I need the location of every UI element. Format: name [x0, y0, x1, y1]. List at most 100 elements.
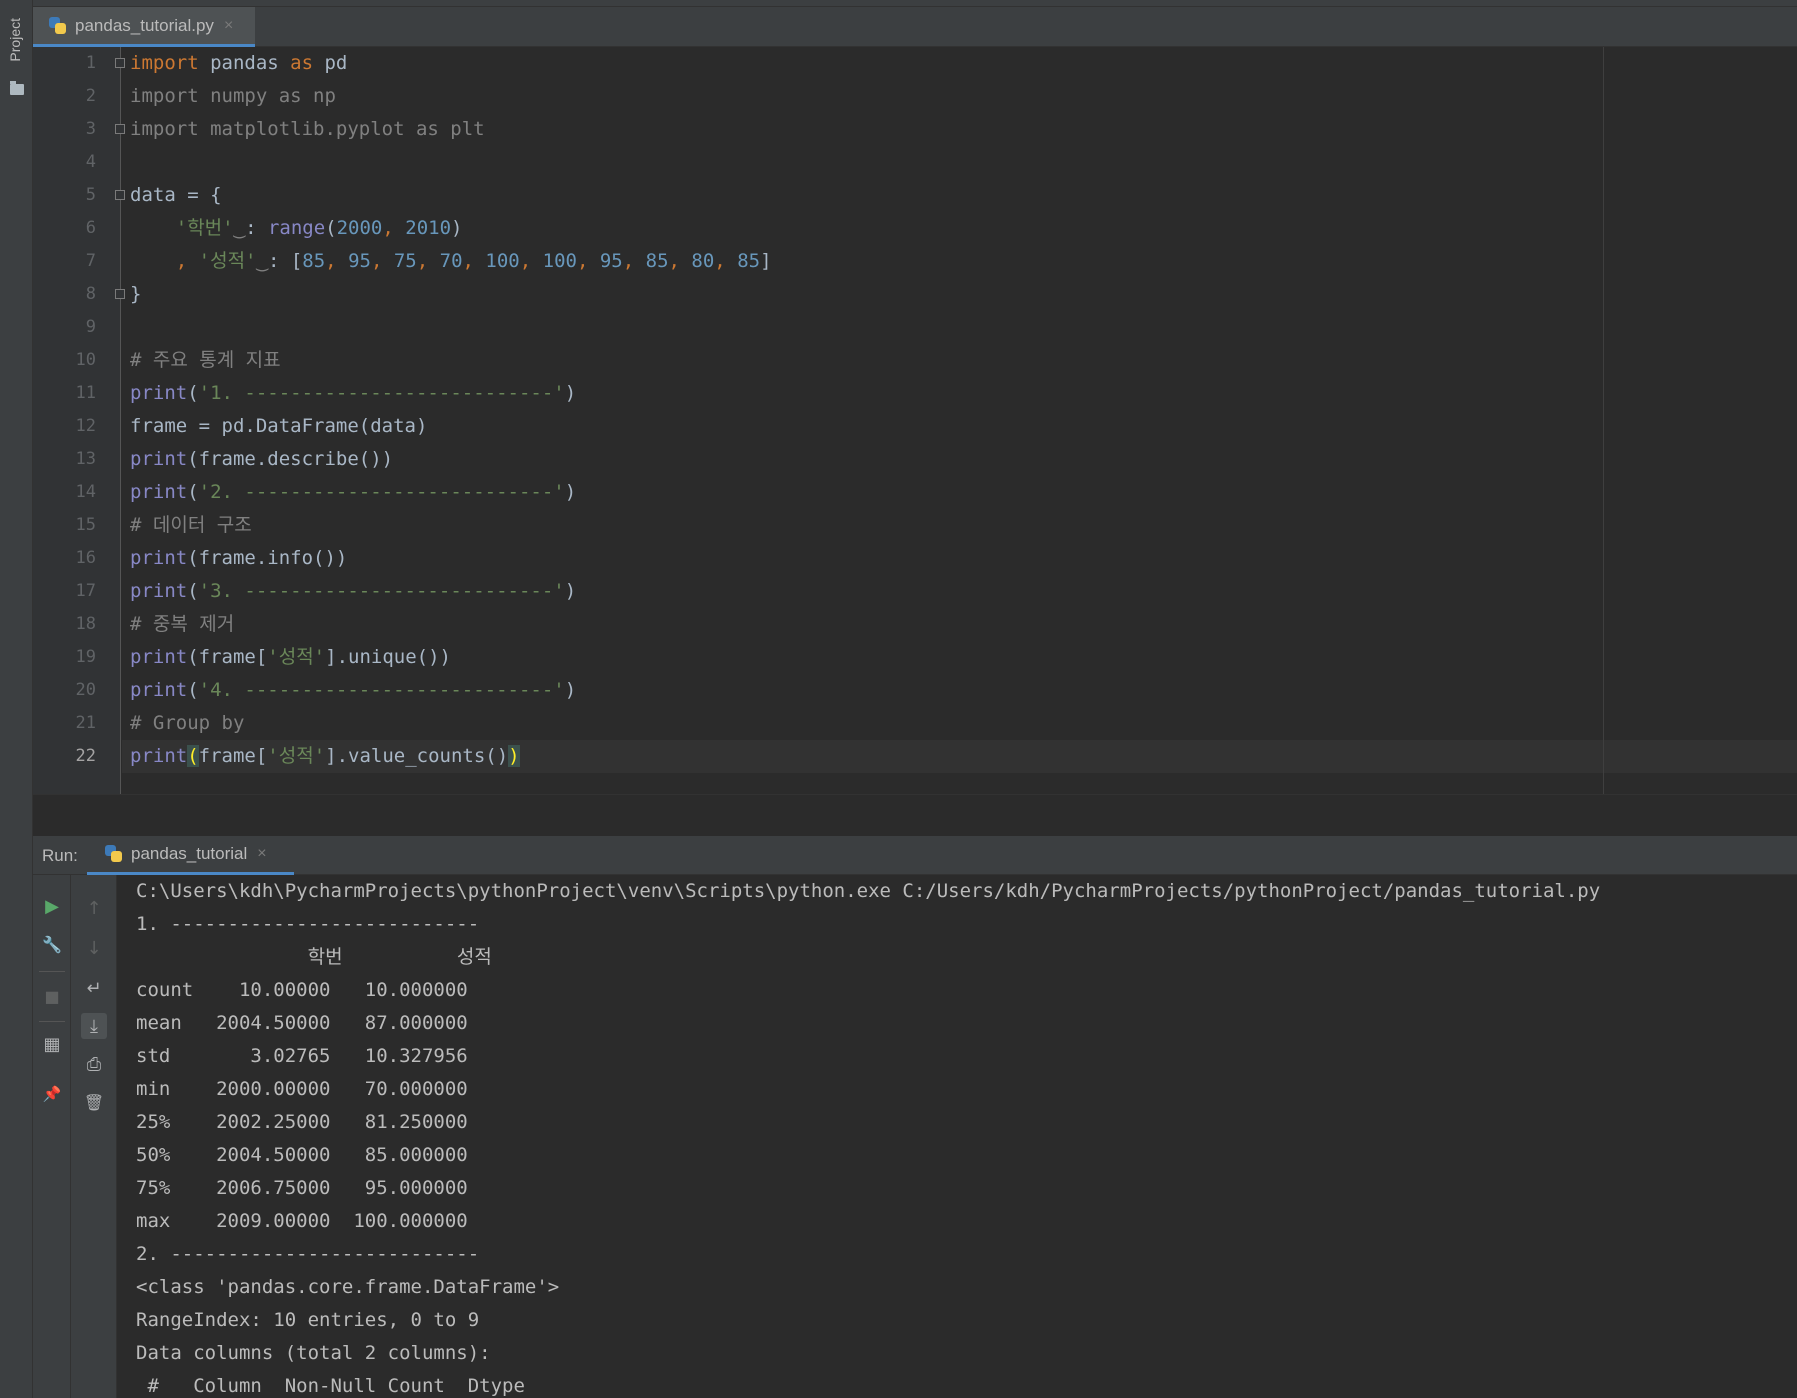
- line-number: 6: [85, 218, 96, 238]
- pin-icon[interactable]: 📌: [39, 1081, 65, 1107]
- run-toolbar-primary: ▶ 🔧 ■ ▦ 📌: [33, 875, 71, 1398]
- code-token: '학번': [175, 217, 234, 239]
- code-token: (: [187, 745, 199, 767]
- code-token: print: [130, 382, 188, 404]
- project-tool-label[interactable]: Project: [7, 18, 23, 62]
- line-number: 4: [85, 152, 96, 172]
- fold-marker-icon[interactable]: [115, 124, 125, 134]
- line-number: 15: [75, 515, 96, 535]
- fold-marker-icon[interactable]: [115, 190, 125, 200]
- code-line: # 중복 제거: [130, 608, 234, 641]
- trash-icon[interactable]: 🗑: [81, 1089, 107, 1115]
- code-area[interactable]: import pandas as pd import numpy as np imp…: [122, 47, 1797, 794]
- soft-wrap-icon[interactable]: ↵: [81, 975, 107, 1001]
- fold-marker-icon[interactable]: [115, 289, 125, 299]
- code-editor[interactable]: 1 2 3 4 5 6 7 8 9 10 11 12 13 14 15 16 17 18 19 20 21 22 impo…: [33, 47, 1797, 794]
- code-line: # 주요 통계 지표: [130, 344, 281, 377]
- code-token: print: [130, 448, 188, 470]
- code-line: data = {: [130, 179, 222, 212]
- code-token: ‿: [256, 250, 268, 272]
- scroll-to-end-icon[interactable]: ⤓: [81, 1013, 107, 1039]
- line-number: 1: [85, 53, 96, 73]
- code-token: '성적': [198, 250, 257, 272]
- code-token: # 중복 제거: [130, 613, 235, 635]
- editor-tab-pandas-tutorial[interactable]: pandas_tutorial.py ×: [33, 7, 255, 47]
- editor-tab-label: pandas_tutorial.py: [75, 15, 214, 35]
- code-token: 85: [737, 250, 761, 272]
- run-panel-header: Run: pandas_tutorial ×: [33, 836, 1797, 875]
- code-token: # Group by: [130, 712, 245, 734]
- line-number: 20: [75, 680, 96, 700]
- stop-icon[interactable]: ■: [39, 983, 65, 1009]
- code-token: ): [508, 745, 520, 767]
- code-line: frame = pd.DataFrame(data): [130, 410, 427, 443]
- code-line: print('3. ---------------------------'): [130, 575, 576, 608]
- run-panel-label: Run:: [42, 846, 78, 865]
- code-token: ,: [668, 250, 692, 272]
- code-line: # 데이터 구조: [130, 509, 252, 542]
- code-token: ): [564, 481, 577, 503]
- code-token: 100: [542, 250, 577, 272]
- code-token: data = {: [130, 184, 222, 206]
- run-console-output[interactable]: C:\Users\kdh\PycharmProjects\pythonProje…: [118, 875, 1797, 1398]
- run-tab-pandas-tutorial[interactable]: pandas_tutorial ×: [87, 836, 294, 875]
- code-token: ,: [325, 250, 349, 272]
- close-icon[interactable]: ×: [257, 845, 266, 863]
- code-token: }: [130, 283, 142, 305]
- code-token: '성적': [267, 646, 326, 668]
- toolbar-separator: [39, 1021, 65, 1022]
- line-number: 8: [85, 284, 96, 304]
- python-file-icon: [49, 16, 67, 35]
- code-line: print(frame['성적'].unique()): [130, 641, 451, 674]
- code-token: ,: [576, 250, 600, 272]
- line-number: 21: [75, 713, 96, 733]
- code-token: print: [130, 481, 188, 503]
- code-token: 85: [302, 250, 326, 272]
- panel-splitter[interactable]: [33, 794, 1797, 836]
- code-token: print: [130, 745, 188, 767]
- console-line: min 2000.00000 70.000000: [136, 1078, 468, 1100]
- line-number: 9: [85, 317, 96, 337]
- code-token: 100: [485, 250, 520, 272]
- down-arrow-icon[interactable]: ↓: [81, 935, 107, 961]
- code-token: ): [451, 217, 463, 239]
- editor-tab-bar: pandas_tutorial.py ×: [33, 6, 1797, 47]
- line-number: 17: [75, 581, 96, 601]
- line-number: 2: [85, 86, 96, 106]
- code-token: ]: [760, 250, 772, 272]
- code-token: (: [187, 382, 199, 404]
- code-token: import numpy as np: [130, 85, 336, 107]
- code-token: (: [187, 580, 199, 602]
- rerun-icon[interactable]: ▶: [39, 893, 65, 919]
- code-token: '1. ---------------------------': [198, 382, 565, 404]
- code-token: (frame[: [187, 646, 268, 668]
- run-tab-label: pandas_tutorial: [131, 844, 248, 863]
- code-token: : [: [267, 250, 303, 272]
- code-token: # 주요 통계 지표: [130, 349, 281, 371]
- wrench-icon[interactable]: 🔧: [39, 931, 65, 957]
- close-icon[interactable]: ×: [224, 17, 233, 35]
- run-toolbar-secondary: ↑ ↓ ↵ ⤓ ⎙ 🗑: [71, 875, 117, 1398]
- line-number: 22: [75, 746, 96, 766]
- code-line: import pandas as pd: [130, 47, 347, 80]
- code-line: # Group by: [130, 707, 244, 740]
- code-line: }: [130, 278, 141, 311]
- line-number: 19: [75, 647, 96, 667]
- line-number: 3: [85, 119, 96, 139]
- code-token: ,: [370, 250, 394, 272]
- line-number: 16: [75, 548, 96, 568]
- line-number: 10: [75, 350, 96, 370]
- code-token: :: [245, 217, 268, 239]
- console-line: 학번 성적: [136, 946, 492, 968]
- code-token: ,: [714, 250, 738, 272]
- up-arrow-icon[interactable]: ↑: [81, 895, 107, 921]
- line-number-gutter: 1 2 3 4 5 6 7 8 9 10 11 12 13 14 15 16 17 18 19 20 21 22: [33, 47, 121, 794]
- print-icon[interactable]: ⎙: [81, 1051, 107, 1077]
- code-token: pandas: [198, 52, 291, 74]
- folder-icon[interactable]: [10, 81, 24, 95]
- layout-icon[interactable]: ▦: [39, 1031, 65, 1057]
- toolbar-separator: [39, 971, 65, 972]
- fold-marker-icon[interactable]: [115, 58, 125, 68]
- code-line: print(frame['성적'].value_counts()): [130, 740, 520, 773]
